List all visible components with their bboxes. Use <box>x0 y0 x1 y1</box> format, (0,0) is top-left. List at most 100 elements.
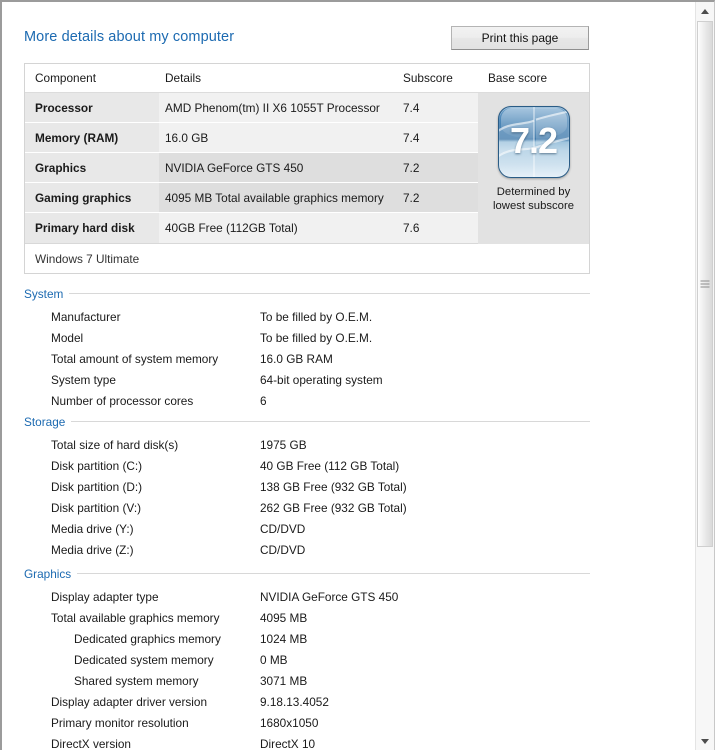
table-column-header: Subscore <box>403 71 453 85</box>
base-score-badge: 7.2 <box>497 106 570 178</box>
detail-value: DirectX 10 <box>260 736 316 750</box>
component-details: AMD Phenom(tm) II X6 1055T Processor <box>159 93 397 123</box>
table-footer-row: Windows 7 Ultimate <box>25 243 589 273</box>
section-title: Storage <box>24 415 72 430</box>
detail-value: 40 GB Free (112 GB Total) <box>260 458 400 473</box>
detail-label: Dedicated graphics memory <box>74 631 221 646</box>
detail-label: Display adapter type <box>51 589 159 604</box>
section-divider <box>24 421 590 422</box>
section-header: Graphics <box>24 565 590 582</box>
detail-value: CD/DVD <box>260 542 306 557</box>
detail-row: Model To be filled by O.E.M. <box>24 327 590 348</box>
scroll-up-button[interactable] <box>696 2 714 20</box>
table-column-header: Component <box>35 71 96 85</box>
detail-value: NVIDIA GeForce GTS 450 <box>260 589 399 604</box>
detail-label: DirectX version <box>51 736 131 750</box>
print-this-page-button[interactable]: Print this page <box>451 26 589 50</box>
scrollbar-grip-icon <box>700 280 710 288</box>
scroll-down-button[interactable] <box>696 732 714 750</box>
detail-value: 262 GB Free (932 GB Total) <box>260 500 407 515</box>
detail-value: 16.0 GB RAM <box>260 351 333 366</box>
component-name: Gaming graphics <box>25 183 159 213</box>
section-storage: Storage Total size of hard disk(s) 1975 GB… <box>24 413 590 560</box>
component-name: Primary hard disk <box>25 213 159 243</box>
detail-label: Total amount of system memory <box>51 351 219 366</box>
detail-label: Total size of hard disk(s) <box>51 437 179 452</box>
detail-row: Display adapter type NVIDIA GeForce GTS 4… <box>24 586 590 607</box>
detail-value: 6 <box>260 393 267 408</box>
base-score-caption-line2: lowest subscore <box>493 200 574 212</box>
detail-value: 0 MB <box>260 652 288 667</box>
detail-value: 3071 MB <box>260 673 308 688</box>
table-column-header: Details <box>165 71 202 85</box>
component-name: Memory (RAM) <box>25 123 159 153</box>
detail-row: Disk partition (C:) 40 GB Free (112 GB To… <box>24 455 590 476</box>
detail-label: Shared system memory <box>74 673 199 688</box>
detail-label: System type <box>51 372 116 387</box>
detail-label: Display adapter driver version <box>51 694 208 709</box>
detail-label: Primary monitor resolution <box>51 715 189 730</box>
component-details: 16.0 GB <box>159 123 397 153</box>
detail-row: System type 64-bit operating system <box>24 369 590 390</box>
detail-label: Media drive (Y:) <box>51 521 134 536</box>
table-header-row: Component Details Subscore Base score <box>25 64 589 93</box>
detail-label: Media drive (Z:) <box>51 542 134 557</box>
component-name: Processor <box>25 93 159 123</box>
section-header: System <box>24 285 590 302</box>
section-system: System Manufacturer To be filled by O.E.M.… <box>24 285 590 411</box>
component-details: 40GB Free (112GB Total) <box>159 213 397 243</box>
page-title: More details about my computer <box>24 29 235 45</box>
component-details: NVIDIA GeForce GTS 450 <box>159 153 397 183</box>
section-rows: Total size of hard disk(s) 1975 GB Disk pa… <box>24 434 590 560</box>
detail-row: Disk partition (V:) 262 GB Free (932 GB T… <box>24 497 590 518</box>
detail-row: Media drive (Y:) CD/DVD <box>24 518 590 539</box>
page-header: More details about my computer Print thi… <box>24 26 589 54</box>
detail-value: 64-bit operating system <box>260 372 383 387</box>
content-pane: More details about my computer Print thi… <box>2 2 696 750</box>
base-score-value: 7.2 <box>509 120 558 161</box>
detail-row: Total amount of system memory 16.0 GB RAM <box>24 348 590 369</box>
table-column-header: Base score <box>478 64 589 92</box>
section-title: Graphics <box>24 567 78 582</box>
detail-value: To be filled by O.E.M. <box>260 330 373 345</box>
component-subscore: 7.4 <box>397 123 478 153</box>
section-rows: Manufacturer To be filled by O.E.M. Model T… <box>24 306 590 411</box>
detail-value: CD/DVD <box>260 521 306 536</box>
detail-row: DirectX version DirectX 10 <box>24 733 590 750</box>
component-subscore: 7.4 <box>397 93 478 123</box>
detail-value: 9.18.13.4052 <box>260 694 329 709</box>
scrollbar-thumb[interactable] <box>697 21 713 547</box>
detail-label: Disk partition (V:) <box>51 500 142 515</box>
component-subscore: 7.2 <box>397 153 478 183</box>
section-title: System <box>24 287 70 302</box>
component-name: Graphics <box>25 153 159 183</box>
section-graphics: Graphics Display adapter type NVIDIA GeFor… <box>24 565 590 750</box>
detail-row: Dedicated graphics memory 1024 MB <box>24 628 590 649</box>
section-divider <box>24 573 590 574</box>
detail-row: Manufacturer To be filled by O.E.M. <box>24 306 590 327</box>
detail-label: Manufacturer <box>51 309 121 324</box>
detail-row: Total size of hard disk(s) 1975 GB <box>24 434 590 455</box>
detail-value: 1975 GB <box>260 437 307 452</box>
detail-row: Primary monitor resolution 1680x1050 <box>24 712 590 733</box>
detail-row: Shared system memory 3071 MB <box>24 670 590 691</box>
performance-score-table: Component Details Subscore Base score Proce… <box>24 63 590 274</box>
base-score-caption: Determined by lowest subscore <box>481 185 586 213</box>
component-details: 4095 MB Total available graphics memory <box>159 183 397 213</box>
component-subscore: 7.2 <box>397 183 478 213</box>
component-subscore: 7.6 <box>397 213 478 243</box>
scroll-down-arrow-icon <box>701 738 709 744</box>
base-score-cell: 7.2 Determined by lowest subscore <box>478 93 589 244</box>
detail-row: Total available graphics memory 4095 MB <box>24 607 590 628</box>
vertical-scrollbar[interactable] <box>695 2 714 750</box>
windows-edition-label: Windows 7 Ultimate <box>35 252 140 266</box>
detail-label: Number of processor cores <box>51 393 194 408</box>
detail-value: 138 GB Free (932 GB Total) <box>260 479 407 494</box>
base-score-caption-line1: Determined by <box>496 186 571 198</box>
detail-label: Disk partition (C:) <box>51 458 143 473</box>
section-header: Storage <box>24 413 590 430</box>
detail-row: Media drive (Z:) CD/DVD <box>24 539 590 560</box>
section-divider <box>24 293 590 294</box>
detail-value: To be filled by O.E.M. <box>260 309 373 324</box>
performance-information-window: More details about my computer Print thi… <box>0 0 715 750</box>
